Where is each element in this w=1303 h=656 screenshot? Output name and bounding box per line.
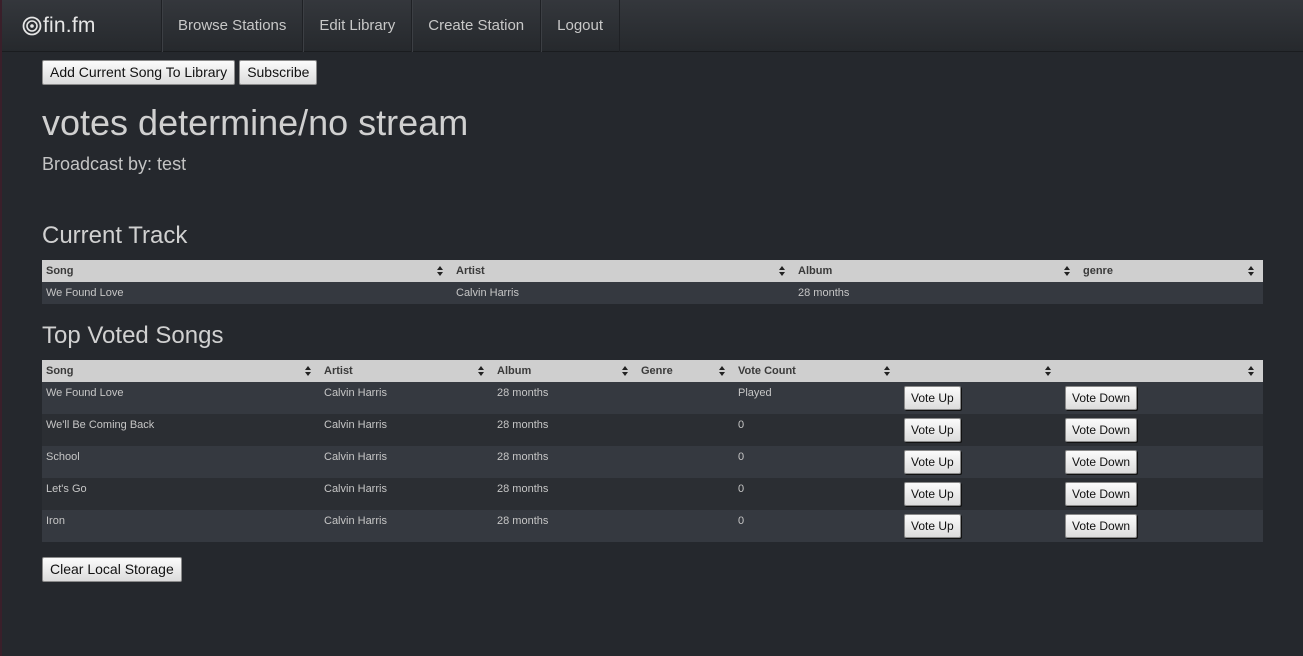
column-header-vote-count[interactable]: Vote Count [734, 360, 899, 382]
station-actions: Add Current Song To Library Subscribe [42, 60, 318, 85]
current-track-heading: Current Track [42, 222, 188, 249]
cell-genre [637, 414, 734, 446]
nav-logout[interactable]: Logout [540, 0, 621, 52]
vote-up-button[interactable]: Vote Up [904, 482, 961, 506]
sort-icon [622, 366, 629, 376]
vote-up-button[interactable]: Vote Up [904, 450, 961, 474]
cell-genre [637, 382, 734, 414]
cell-vote-count: 0 [734, 510, 899, 542]
sort-icon [437, 266, 444, 276]
cell-song: We'll Be Coming Back [42, 414, 320, 446]
cell-genre [637, 478, 734, 510]
cell-vote-up: Vote Up [899, 414, 1060, 446]
cell-vote-up: Vote Up [899, 446, 1060, 478]
cell-album: 28 months [493, 510, 637, 542]
cell-vote-down: Vote Down [1060, 382, 1263, 414]
cell-artist: Calvin Harris [452, 282, 794, 304]
vote-down-button[interactable]: Vote Down [1065, 482, 1138, 506]
brand-logo[interactable]: fin.fm [22, 12, 96, 40]
cell-vote-up: Vote Up [899, 510, 1060, 542]
sort-icon [1248, 366, 1255, 376]
cell-vote-up: Vote Up [899, 478, 1060, 510]
vote-up-button[interactable]: Vote Up [904, 386, 961, 410]
table-row: We'll Be Coming Back Calvin Harris 28 mo… [42, 414, 1263, 446]
cell-song: School [42, 446, 320, 478]
nav-browse-stations[interactable]: Browse Stations [161, 0, 302, 52]
cell-song: We Found Love [42, 382, 320, 414]
storage-actions: Clear Local Storage [42, 557, 182, 582]
cell-album: 28 months [493, 446, 637, 478]
sort-icon [884, 366, 891, 376]
table-row: School Calvin Harris 28 months 0 Vote Up… [42, 446, 1263, 478]
top-voted-heading: Top Voted Songs [42, 322, 224, 349]
nav-edit-library[interactable]: Edit Library [302, 0, 411, 52]
add-current-song-button[interactable]: Add Current Song To Library [42, 60, 236, 85]
column-header-genre[interactable]: Genre [637, 360, 734, 382]
cell-artist: Calvin Harris [320, 510, 493, 542]
column-header-artist[interactable]: Artist [320, 360, 493, 382]
table-row: Let's Go Calvin Harris 28 months 0 Vote … [42, 478, 1263, 510]
column-header-genre[interactable]: genre [1079, 260, 1263, 282]
cell-artist: Calvin Harris [320, 478, 493, 510]
current-track-table: Song Artist Album genre We Found Love Ca… [42, 260, 1263, 304]
sort-icon [478, 366, 485, 376]
table-row: We Found Love Calvin Harris 28 months [42, 282, 1263, 304]
cell-song: Iron [42, 510, 320, 542]
nav-create-station[interactable]: Create Station [411, 0, 540, 52]
sort-icon [1045, 366, 1052, 376]
cell-album: 28 months [493, 414, 637, 446]
column-header-vote-up[interactable] [899, 360, 1060, 382]
clear-local-storage-button[interactable]: Clear Local Storage [42, 557, 182, 582]
cell-album: 28 months [493, 382, 637, 414]
table-row: Iron Calvin Harris 28 months 0 Vote Up V… [42, 510, 1263, 542]
sort-icon [719, 366, 726, 376]
cell-vote-down: Vote Down [1060, 414, 1263, 446]
cell-vote-count: 0 [734, 414, 899, 446]
window-edge [0, 0, 2, 656]
sort-icon [305, 366, 312, 376]
cell-genre [637, 446, 734, 478]
cell-artist: Calvin Harris [320, 414, 493, 446]
cell-artist: Calvin Harris [320, 446, 493, 478]
cell-vote-count: Played [734, 382, 899, 414]
vote-up-button[interactable]: Vote Up [904, 418, 961, 442]
top-navbar: fin.fm Browse Stations Edit Library Crea… [2, 0, 1303, 52]
cell-album: 28 months [794, 282, 1079, 304]
vote-down-button[interactable]: Vote Down [1065, 386, 1138, 410]
cell-vote-up: Vote Up [899, 382, 1060, 414]
vote-down-button[interactable]: Vote Down [1065, 450, 1138, 474]
sort-icon [1064, 266, 1071, 276]
nav-menu: Browse Stations Edit Library Create Stat… [161, 0, 621, 52]
top-voted-table: Song Artist Album Genre Vote Count We Fo… [42, 360, 1263, 542]
column-header-album[interactable]: Album [493, 360, 637, 382]
column-header-song[interactable]: Song [42, 360, 320, 382]
cell-vote-count: 0 [734, 446, 899, 478]
cell-artist: Calvin Harris [320, 382, 493, 414]
column-header-song[interactable]: Song [42, 260, 452, 282]
vote-up-button[interactable]: Vote Up [904, 514, 961, 538]
cell-vote-down: Vote Down [1060, 446, 1263, 478]
cell-song: We Found Love [42, 282, 452, 304]
broadcast-by: Broadcast by: test [42, 154, 187, 174]
cell-vote-down: Vote Down [1060, 510, 1263, 542]
vote-down-button[interactable]: Vote Down [1065, 514, 1138, 538]
cell-vote-count: 0 [734, 478, 899, 510]
subscribe-button[interactable]: Subscribe [239, 60, 318, 85]
column-header-album[interactable]: Album [794, 260, 1079, 282]
cell-vote-down: Vote Down [1060, 478, 1263, 510]
vote-down-button[interactable]: Vote Down [1065, 418, 1138, 442]
table-row: We Found Love Calvin Harris 28 months Pl… [42, 382, 1263, 414]
vinyl-icon [22, 16, 42, 36]
cell-genre [637, 510, 734, 542]
cell-album: 28 months [493, 478, 637, 510]
cell-genre [1079, 282, 1263, 304]
sort-icon [779, 266, 786, 276]
column-header-artist[interactable]: Artist [452, 260, 794, 282]
sort-icon [1248, 266, 1255, 276]
column-header-vote-down[interactable] [1060, 360, 1263, 382]
station-title: votes determine/no stream [42, 102, 469, 143]
brand-name: fin.fm [43, 14, 96, 37]
cell-song: Let's Go [42, 478, 320, 510]
